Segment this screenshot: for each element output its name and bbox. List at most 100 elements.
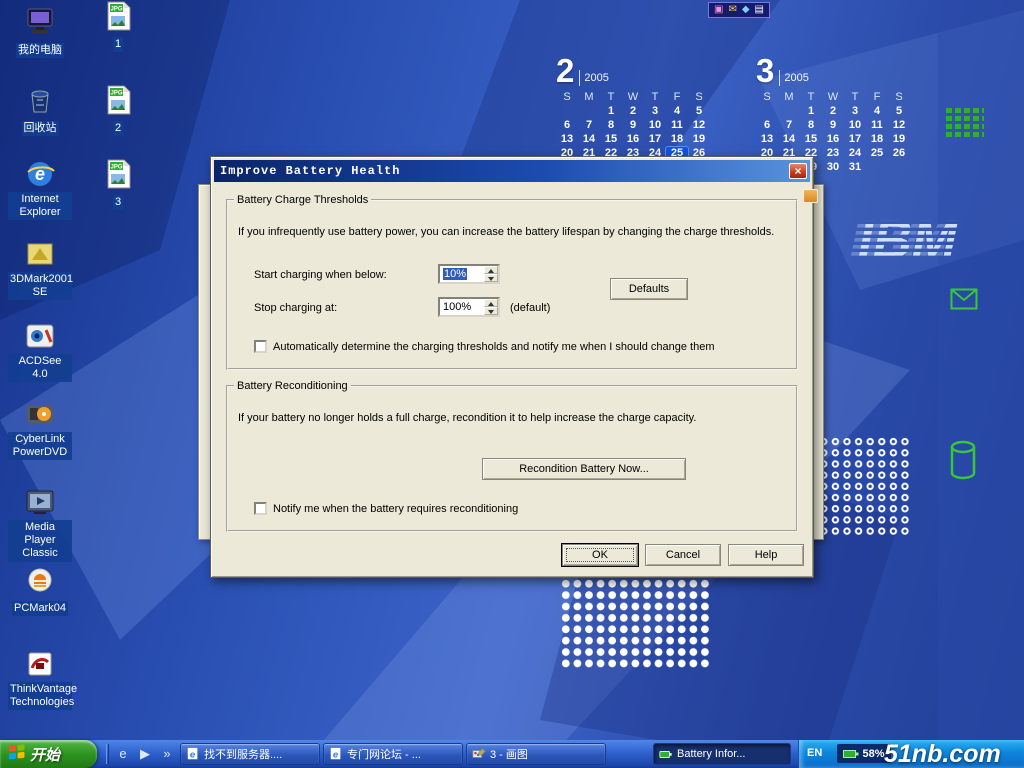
desktop-icon-my-computer[interactable]: 我的电脑 — [8, 6, 72, 58]
desktop-icon-thinkvantage[interactable]: ThinkVantage Technologies — [8, 648, 72, 710]
desktop-icon-3dmark2001-se[interactable]: 3DMark2001 SE — [8, 238, 72, 300]
jpg-file-icon: JPG — [102, 84, 134, 116]
ie-page-icon: e — [329, 747, 343, 761]
desktop-icon-internet-explorer[interactable]: eInternet Explorer — [8, 158, 72, 220]
stop-charging-spinner[interactable]: 100% — [438, 297, 500, 317]
monitor-icon[interactable]: ▣ — [714, 3, 723, 17]
background-window-button[interactable] — [803, 189, 818, 203]
recondition-battery-button[interactable]: Recondition Battery Now... — [482, 458, 686, 480]
desktop-icon-label: Media Player Classic — [8, 520, 72, 562]
spin-up-button[interactable] — [484, 266, 498, 274]
desktop-icon-label: 3 — [113, 195, 123, 210]
powerdvd-icon — [24, 398, 56, 430]
start-charging-value[interactable]: 10% — [440, 266, 484, 282]
calendar-header: 32005 — [756, 52, 910, 86]
desktop-icon-label: PCMark04 — [12, 601, 68, 616]
paint-icon — [472, 747, 486, 761]
shield-icon[interactable]: ◆ — [742, 3, 750, 17]
calendar-day: 19 — [688, 133, 710, 146]
quick-launch-handle[interactable] — [106, 744, 109, 764]
spin-down-button[interactable] — [484, 307, 498, 315]
floating-toolbar[interactable]: ▣ ✉ ◆ ▤ — [708, 2, 770, 18]
mail-icon[interactable]: ✉ — [728, 3, 736, 17]
start-charging-label: Start charging when below: — [254, 269, 387, 281]
taskbar-task-2[interactable]: e专门网论坛 - ... — [323, 743, 463, 765]
taskbar-task-4[interactable]: Battery Infor... — [653, 743, 791, 765]
battery-tray-indicator[interactable]: 58% — [837, 744, 891, 763]
grid-icon — [946, 108, 984, 143]
ie-page-icon: e — [186, 747, 200, 761]
envelope-icon — [950, 288, 978, 315]
calendar-day: 7 — [578, 119, 600, 132]
stop-charging-value[interactable]: 100% — [440, 299, 484, 315]
ie-quick-icon[interactable]: e — [115, 745, 131, 763]
start-button[interactable]: 开始 — [0, 740, 97, 768]
calendar-weekday: T — [800, 91, 822, 104]
taskbar-task-1[interactable]: e找不到服务器.... — [180, 743, 320, 765]
calendar-day: 3 — [844, 105, 866, 118]
dialog-titlebar[interactable]: Improve Battery Health × — [214, 160, 810, 182]
close-button[interactable]: × — [789, 163, 807, 179]
calendar-weekday: T — [600, 91, 622, 104]
spin-down-button[interactable] — [484, 274, 498, 282]
taskbar: 开始 e ▶ » e找不到服务器....e专门网论坛 - ...3 - 画图 Batt… — [0, 740, 1024, 768]
my-computer-icon — [24, 6, 56, 38]
ok-button[interactable]: OK — [562, 544, 638, 566]
desktop-icon-media-player-classic[interactable]: Media Player Classic — [8, 486, 72, 562]
calendar-month: 2 — [556, 56, 574, 86]
calendar-day: 8 — [600, 119, 622, 132]
calendar-day: 17 — [644, 133, 666, 146]
start-charging-spinner[interactable]: 10% — [438, 264, 500, 284]
calendar-weekday: F — [866, 91, 888, 104]
battery-percent: 58% — [862, 748, 884, 760]
desktop-icon-label: ThinkVantage Technologies — [8, 682, 72, 710]
more-chevron-icon[interactable]: » — [159, 745, 175, 763]
calendar-day: 11 — [866, 119, 888, 132]
desktop-icon-recycle-bin[interactable]: 回收站 — [8, 84, 72, 136]
windows-flag-icon — [8, 743, 26, 765]
close-icon: × — [794, 164, 801, 178]
taskbar-task-3[interactable]: 3 - 画图 — [466, 743, 606, 765]
desktop-icon-jpg-2[interactable]: JPG2 — [90, 84, 146, 136]
acdsee-icon — [24, 320, 56, 352]
desktop-icon-powerdvd[interactable]: CyberLink PowerDVD — [8, 398, 72, 460]
improve-battery-health-dialog: Improve Battery Health × Battery Charge … — [210, 156, 814, 578]
desktop-icon-label: 回收站 — [22, 121, 59, 136]
calendar-day: 4 — [866, 105, 888, 118]
notify-reconditioning-checkbox[interactable] — [254, 502, 267, 515]
calendar-day: 5 — [688, 105, 710, 118]
calendar-day: 15 — [600, 133, 622, 146]
media-player-quick-icon[interactable]: ▶ — [137, 745, 153, 763]
calendar-day: 12 — [688, 119, 710, 132]
spin-up-button[interactable] — [484, 299, 498, 307]
calendar-day: 30 — [822, 161, 844, 174]
desktop-icon-jpg-1[interactable]: JPG1 — [90, 0, 146, 52]
group-title-thresholds: Battery Charge Thresholds — [234, 194, 371, 206]
auto-determine-checkbox[interactable] — [254, 340, 267, 353]
desktop-icon-pcmark04[interactable]: PCMark04 — [8, 564, 72, 616]
language-indicator[interactable]: EN — [807, 747, 822, 759]
calendar-header: 22005 — [556, 52, 710, 86]
calendar-month: 3 — [756, 56, 774, 86]
cancel-button[interactable]: Cancel — [645, 544, 721, 566]
desktop-icon-column-2: JPG1JPG2JPG3 — [90, 0, 146, 300]
calendar-day: 18 — [666, 133, 688, 146]
calendar-weekday: T — [644, 91, 666, 104]
desktop-icon-label: 3DMark2001 SE — [8, 272, 72, 300]
settings-icon[interactable]: ▤ — [755, 3, 764, 17]
calendar-day — [778, 105, 800, 118]
desktop-icon-acdsee[interactable]: ACDSee 4.0 — [8, 320, 72, 382]
svg-text:e: e — [190, 750, 196, 761]
calendar-day: 6 — [756, 119, 778, 132]
dot-pattern-solid — [560, 578, 710, 668]
defaults-button[interactable]: Defaults — [610, 278, 688, 300]
calendar-weekday: S — [556, 91, 578, 104]
help-button[interactable]: Help — [728, 544, 804, 566]
spinner-buttons — [484, 266, 498, 282]
svg-text:JPG: JPG — [110, 165, 122, 171]
calendar-weekday: W — [822, 91, 844, 104]
desktop-icon-label: 我的电脑 — [16, 43, 64, 58]
desktop-icon-jpg-3[interactable]: JPG 3 — [90, 158, 146, 210]
calendar-day: 13 — [756, 133, 778, 146]
battery-tray-icon — [843, 749, 859, 759]
